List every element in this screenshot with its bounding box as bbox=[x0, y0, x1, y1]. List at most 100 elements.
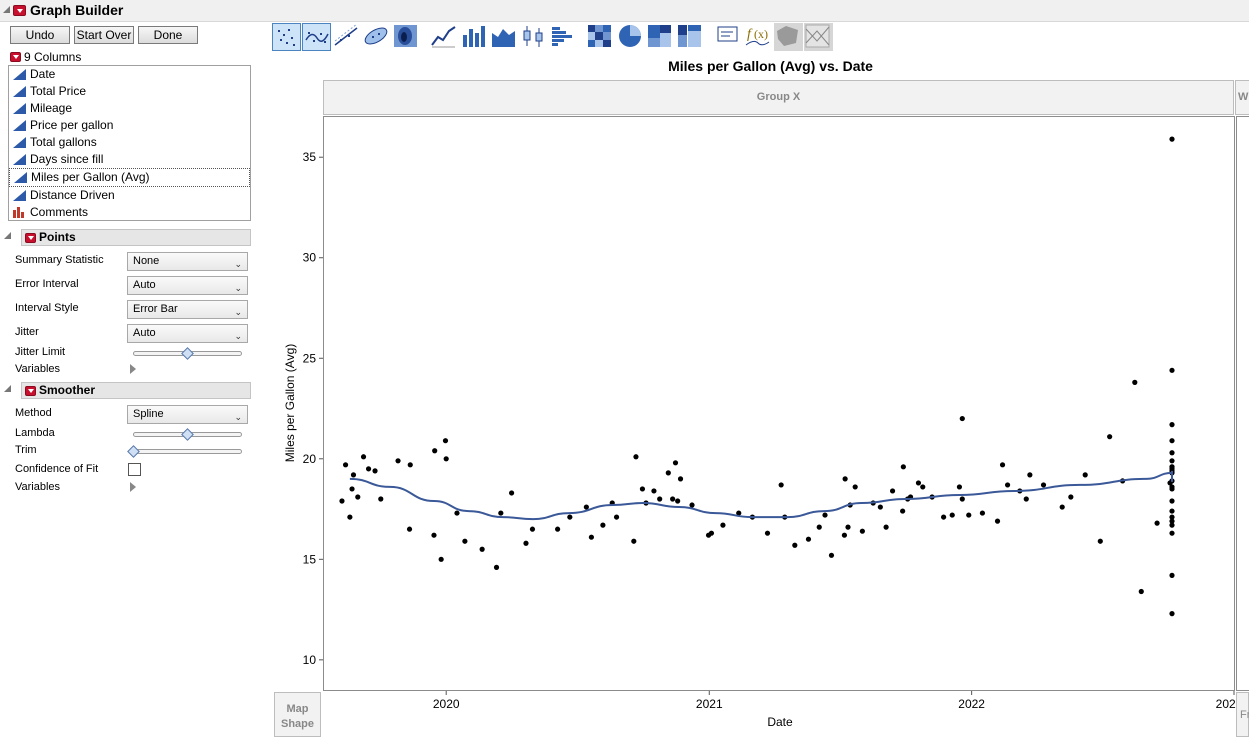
data-point[interactable] bbox=[1169, 508, 1175, 514]
data-point[interactable] bbox=[852, 484, 858, 490]
data-point[interactable] bbox=[1169, 422, 1175, 428]
data-point[interactable] bbox=[1169, 572, 1175, 579]
data-point[interactable] bbox=[1040, 482, 1047, 488]
data-point[interactable] bbox=[1082, 472, 1088, 478]
data-point[interactable] bbox=[994, 518, 1001, 524]
data-point[interactable] bbox=[1027, 472, 1033, 478]
data-point[interactable] bbox=[689, 502, 695, 508]
data-point[interactable] bbox=[651, 488, 657, 494]
data-point[interactable] bbox=[583, 504, 589, 510]
data-point[interactable] bbox=[841, 532, 848, 538]
data-point[interactable] bbox=[1068, 494, 1074, 500]
data-point[interactable] bbox=[509, 490, 515, 496]
data-point[interactable] bbox=[900, 464, 906, 470]
data-point[interactable] bbox=[665, 470, 671, 476]
data-point[interactable] bbox=[443, 456, 449, 462]
data-point[interactable] bbox=[670, 496, 676, 502]
data-point[interactable] bbox=[493, 564, 500, 570]
data-point[interactable] bbox=[877, 504, 883, 510]
data-point[interactable] bbox=[764, 530, 771, 536]
data-point[interactable] bbox=[378, 496, 384, 502]
data-point[interactable] bbox=[1169, 464, 1175, 470]
data-point[interactable] bbox=[657, 496, 663, 502]
data-point[interactable] bbox=[792, 542, 798, 548]
data-point[interactable] bbox=[920, 484, 926, 490]
data-point[interactable] bbox=[999, 462, 1006, 468]
data-point[interactable] bbox=[588, 534, 594, 540]
data-point[interactable] bbox=[1169, 514, 1175, 520]
data-point[interactable] bbox=[859, 528, 865, 534]
data-point[interactable] bbox=[1169, 450, 1175, 456]
data-point[interactable] bbox=[1154, 520, 1160, 526]
data-point[interactable] bbox=[406, 526, 413, 532]
data-point[interactable] bbox=[889, 488, 896, 494]
map-shape-drop-zone[interactable]: Map Shape bbox=[274, 692, 321, 737]
data-point[interactable] bbox=[1023, 496, 1029, 502]
data-point[interactable] bbox=[432, 448, 438, 454]
data-point[interactable] bbox=[600, 522, 606, 528]
data-point[interactable] bbox=[442, 438, 449, 444]
data-point[interactable] bbox=[462, 538, 468, 544]
data-point[interactable] bbox=[959, 415, 965, 422]
data-point[interactable] bbox=[631, 538, 637, 544]
data-point[interactable] bbox=[407, 462, 413, 468]
data-point[interactable] bbox=[339, 498, 345, 504]
data-point[interactable] bbox=[479, 546, 485, 552]
data-point[interactable] bbox=[355, 494, 361, 500]
data-point[interactable] bbox=[372, 468, 378, 474]
data-point[interactable] bbox=[1169, 611, 1175, 617]
data-point[interactable] bbox=[966, 512, 972, 518]
data-point[interactable] bbox=[720, 522, 726, 528]
data-point[interactable] bbox=[555, 526, 561, 532]
data-point[interactable] bbox=[639, 486, 646, 492]
data-point[interactable] bbox=[816, 524, 822, 530]
data-point[interactable] bbox=[677, 476, 684, 482]
data-point[interactable] bbox=[883, 524, 889, 530]
data-point[interactable] bbox=[842, 476, 848, 482]
data-point[interactable] bbox=[672, 460, 679, 466]
data-point[interactable] bbox=[395, 458, 401, 464]
data-point[interactable] bbox=[1169, 458, 1175, 464]
data-point[interactable] bbox=[1097, 538, 1103, 544]
data-point[interactable] bbox=[708, 530, 715, 536]
data-point[interactable] bbox=[979, 510, 986, 516]
data-point[interactable] bbox=[633, 454, 639, 460]
data-point[interactable] bbox=[529, 526, 536, 532]
data-point[interactable] bbox=[778, 482, 784, 488]
data-point[interactable] bbox=[959, 496, 965, 502]
freq-drop-zone[interactable]: Fr bbox=[1236, 692, 1249, 737]
data-point[interactable] bbox=[349, 486, 355, 492]
data-point[interactable] bbox=[1169, 530, 1175, 536]
data-point[interactable] bbox=[454, 510, 460, 516]
data-point[interactable] bbox=[822, 512, 828, 518]
data-point[interactable] bbox=[438, 556, 444, 562]
data-point[interactable] bbox=[1004, 482, 1011, 488]
data-point[interactable] bbox=[1107, 434, 1113, 440]
data-point[interactable] bbox=[1138, 588, 1144, 595]
data-point[interactable] bbox=[941, 514, 947, 520]
data-point[interactable] bbox=[845, 524, 851, 530]
data-point[interactable] bbox=[1132, 379, 1138, 385]
data-point[interactable] bbox=[342, 462, 349, 468]
data-point[interactable] bbox=[567, 514, 573, 520]
data-point[interactable] bbox=[915, 480, 922, 486]
data-point[interactable] bbox=[523, 540, 529, 546]
data-point[interactable] bbox=[431, 532, 437, 538]
data-point[interactable] bbox=[350, 472, 357, 478]
data-point[interactable] bbox=[498, 510, 504, 516]
data-point[interactable] bbox=[613, 514, 620, 520]
data-point[interactable] bbox=[1169, 498, 1175, 504]
data-point[interactable] bbox=[347, 514, 353, 520]
data-point[interactable] bbox=[949, 512, 955, 518]
data-point[interactable] bbox=[675, 498, 681, 504]
data-point[interactable] bbox=[1169, 438, 1175, 444]
data-point[interactable] bbox=[1169, 136, 1175, 142]
data-point[interactable] bbox=[828, 552, 835, 558]
data-point[interactable] bbox=[1169, 367, 1175, 373]
data-point[interactable] bbox=[805, 536, 812, 542]
data-point[interactable] bbox=[365, 466, 372, 472]
data-point[interactable] bbox=[360, 454, 367, 460]
data-point[interactable] bbox=[956, 484, 963, 490]
data-point[interactable] bbox=[900, 508, 906, 514]
data-point[interactable] bbox=[1059, 504, 1065, 510]
